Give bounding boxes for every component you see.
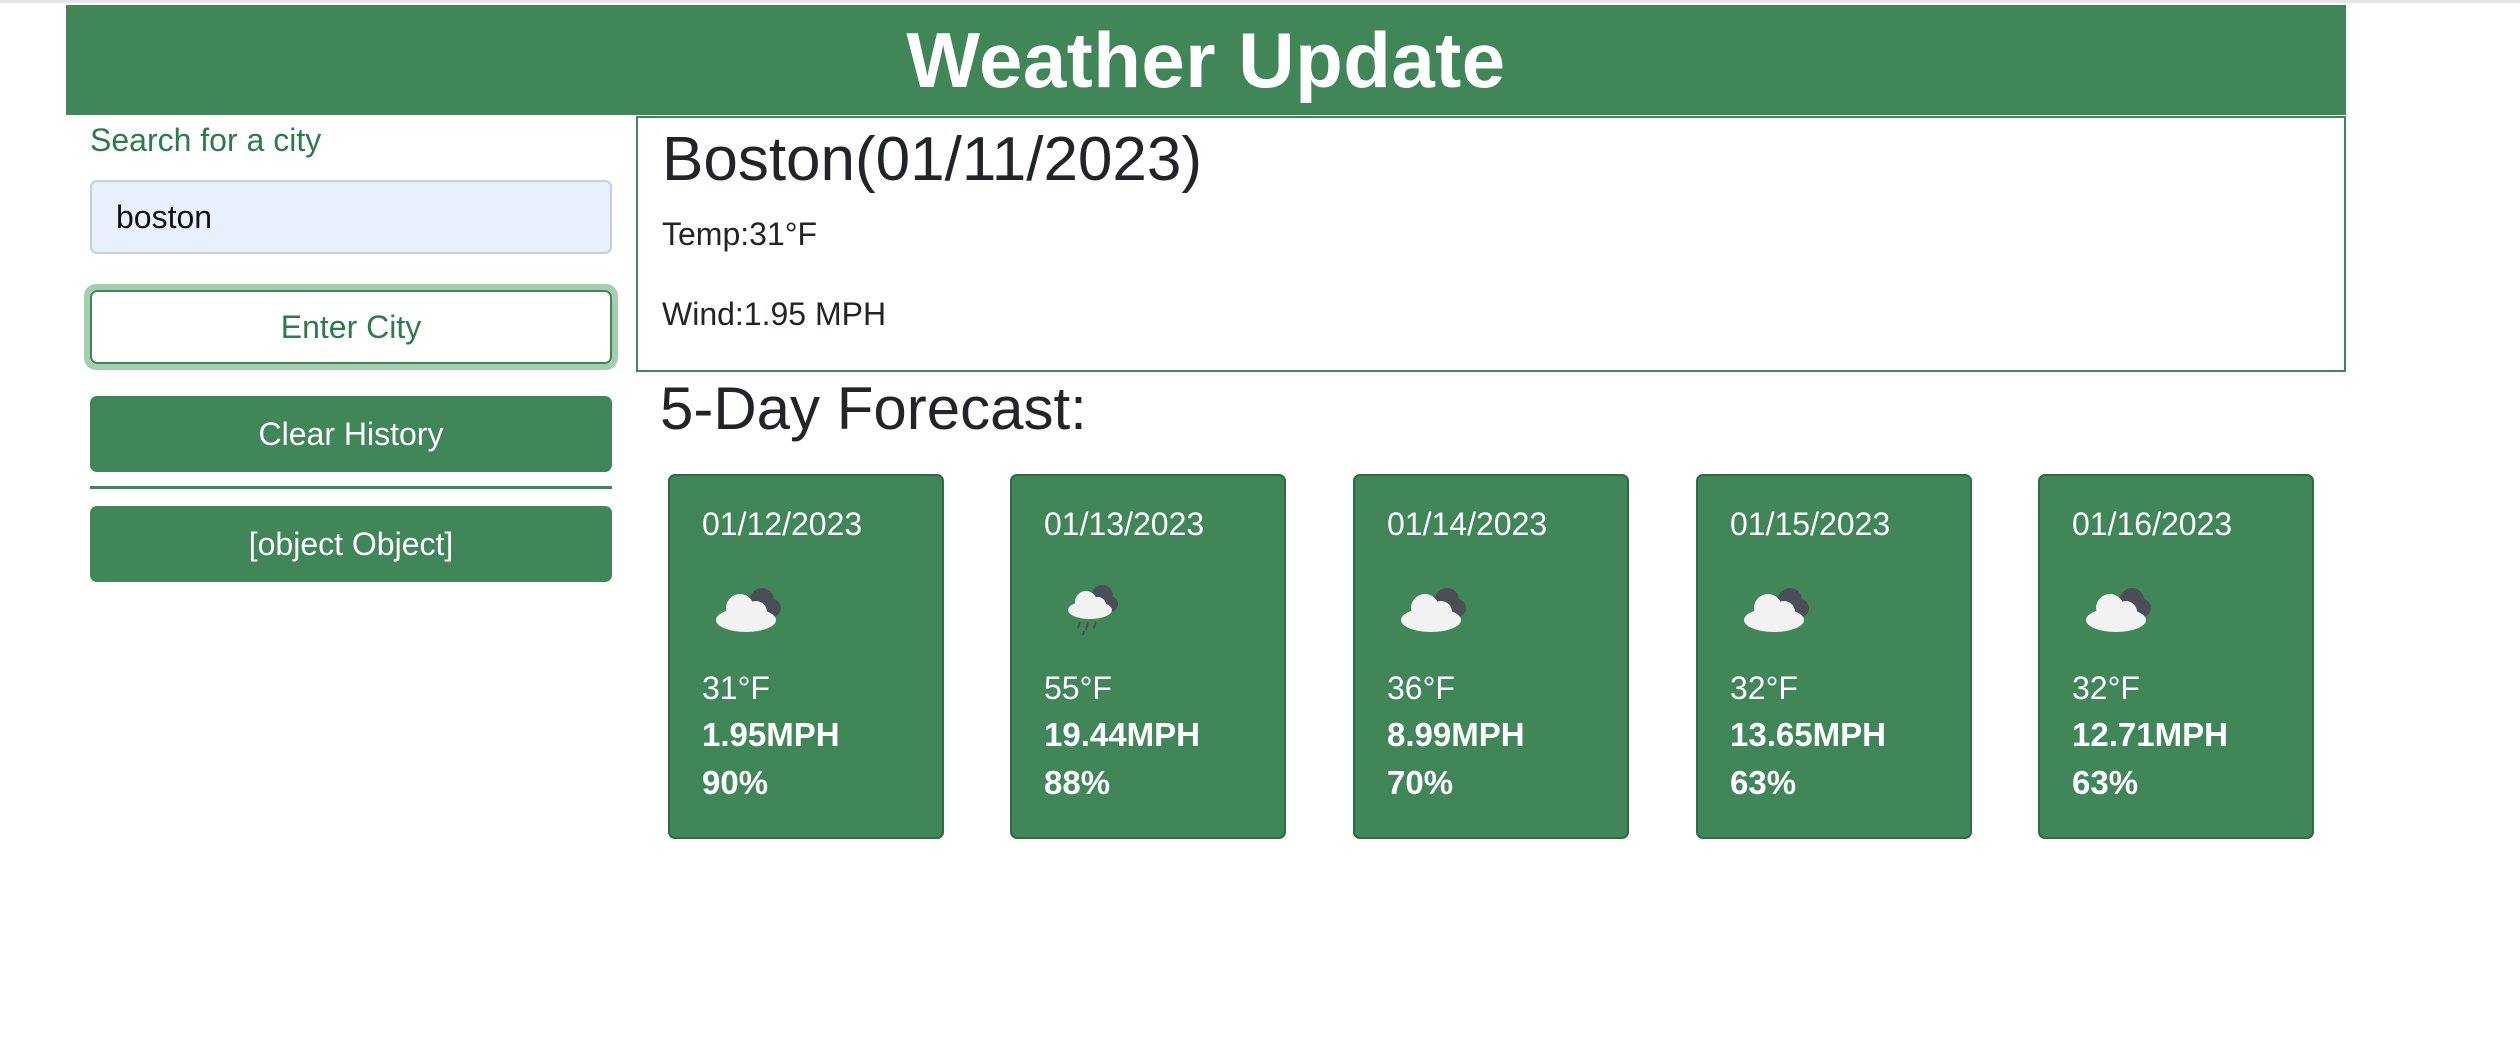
forecast-humidity: 70% — [1387, 764, 1454, 801]
current-wind: Wind:1.95 MPH — [662, 296, 887, 332]
forecast-humidity: 63% — [1730, 764, 1797, 801]
weather-page: Weather Update Search for a city Enter C… — [0, 0, 2520, 1050]
search-label: Search for a city — [90, 122, 322, 158]
history-item-button[interactable]: [object Object] — [90, 506, 612, 582]
forecast-wind: 13.65MPH — [1730, 716, 1886, 753]
current-weather-panel: Boston(01/11/2023) Temp:31°F Wind:1.95 M… — [636, 116, 2346, 372]
forecast-date: 01/15/2023 — [1730, 506, 1891, 542]
forecast-date: 01/13/2023 — [1044, 506, 1205, 542]
forecast-wind: 1.95MPH — [702, 716, 840, 753]
current-city-title: Boston(01/11/2023) — [662, 125, 1203, 194]
city-search-input[interactable] — [90, 180, 612, 254]
cloud-icon — [1744, 588, 1809, 632]
forecast-wind: 8.99MPH — [1387, 716, 1525, 753]
top-rule — [0, 0, 2520, 3]
forecast-temp: 31°F — [702, 670, 770, 706]
page-title: Weather Update — [906, 15, 1506, 104]
forecast-wind: 12.71MPH — [2072, 716, 2228, 753]
forecast-temp: 32°F — [1730, 670, 1798, 706]
forecast-card: 01/16/2023 32°F 12.71MPH 63% — [2038, 474, 2314, 839]
forecast-date: 01/14/2023 — [1387, 506, 1548, 542]
forecast-temp: 55°F — [1044, 670, 1112, 706]
sidebar-divider — [90, 486, 612, 489]
enter-city-button[interactable]: Enter City — [84, 284, 618, 370]
forecast-date: 01/16/2023 — [2072, 506, 2233, 542]
rain-cloud-icon — [1068, 585, 1118, 636]
forecast-title: 5-Day Forecast: — [660, 375, 1087, 442]
forecast-card: 01/14/2023 36°F 8.99MPH 70% — [1353, 474, 1629, 839]
enter-city-label: Enter City — [280, 308, 422, 345]
header-bar: Weather Update — [66, 5, 2346, 115]
current-temp: Temp:31°F — [662, 216, 818, 252]
forecast-wind: 19.44MPH — [1044, 716, 1200, 753]
forecast-card: 01/15/2023 32°F 13.65MPH 63% — [1696, 474, 1972, 839]
forecast-card: 01/12/2023 31°F 1.95MPH 90% — [668, 474, 944, 839]
forecast-temp: 32°F — [2072, 670, 2140, 706]
cloud-icon — [2086, 588, 2151, 632]
forecast-temp: 36°F — [1387, 670, 1455, 706]
forecast-humidity: 63% — [2072, 764, 2139, 801]
cloud-icon — [1401, 588, 1466, 632]
forecast-humidity: 90% — [702, 764, 769, 801]
forecast-date: 01/12/2023 — [702, 506, 863, 542]
forecast-humidity: 88% — [1044, 764, 1111, 801]
cloud-icon — [716, 588, 781, 632]
forecast-card: 01/13/2023 55°F 19.44MPH 88% — [1010, 474, 1286, 839]
clear-history-button[interactable]: Clear History — [90, 396, 612, 472]
